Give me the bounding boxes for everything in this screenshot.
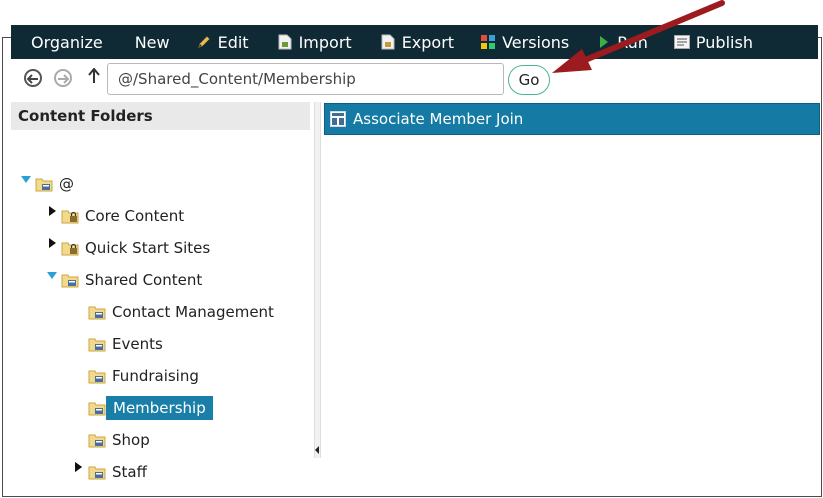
run-button[interactable]: Run xyxy=(599,25,648,59)
content-item-label: Associate Member Join xyxy=(353,110,524,128)
expand-arrow-icon xyxy=(48,206,56,216)
folder-icon xyxy=(88,370,106,384)
versions-grid-icon xyxy=(480,34,496,50)
tree-node-shared-content[interactable]: Shared Content xyxy=(61,267,207,293)
tree-node-root[interactable]: @ xyxy=(35,171,79,197)
address-bar-row: Go xyxy=(11,61,818,101)
locked-folder-icon xyxy=(61,242,79,256)
collapse-arrow-icon xyxy=(47,271,57,279)
expand-toggle-core-content[interactable] xyxy=(47,206,57,216)
go-button[interactable]: Go xyxy=(508,65,550,95)
content-item-row[interactable]: Associate Member Join xyxy=(324,103,820,135)
tree-node-label: Shop xyxy=(112,431,150,449)
publish-button[interactable]: Publish xyxy=(673,25,753,59)
export-file-icon xyxy=(380,34,396,50)
expand-toggle-shared-content[interactable] xyxy=(47,270,57,280)
folder-icon xyxy=(35,178,53,192)
folder-icon xyxy=(88,434,106,448)
new-label: New xyxy=(134,32,170,52)
organize-button[interactable]: Organize xyxy=(31,25,103,59)
import-file-icon xyxy=(277,34,293,50)
content-folders-panel: Content Folders @ Core Content Quick Sta… xyxy=(11,102,310,472)
go-label: Go xyxy=(518,71,540,89)
content-list-panel: Associate Member Join xyxy=(322,102,820,458)
back-arrow-icon xyxy=(26,69,39,88)
tree-node-label: Events xyxy=(112,335,163,353)
forward-button[interactable] xyxy=(54,69,72,87)
expand-toggle-quick-start-sites[interactable] xyxy=(47,238,57,248)
path-input[interactable] xyxy=(107,63,504,95)
publish-icon xyxy=(673,34,690,50)
up-button[interactable] xyxy=(86,67,102,88)
back-button[interactable] xyxy=(24,69,42,87)
tree-node-membership[interactable]: Membership xyxy=(88,395,213,421)
folder-icon xyxy=(61,274,79,288)
collapse-panel-icon[interactable] xyxy=(315,446,319,454)
expand-toggle-root[interactable] xyxy=(21,174,31,184)
tree-node-fundraising[interactable]: Fundraising xyxy=(88,363,204,389)
folder-icon xyxy=(88,306,106,320)
folder-icon xyxy=(88,402,106,416)
up-arrow-icon xyxy=(88,67,100,88)
export-label: Export xyxy=(401,32,455,52)
import-button[interactable]: Import xyxy=(277,25,352,59)
tree-node-events[interactable]: Events xyxy=(88,331,168,357)
tree-node-quick-start-sites[interactable]: Quick Start Sites xyxy=(61,235,215,261)
main-toolbar: Organize New Edit Import Export Versions… xyxy=(11,25,818,59)
expand-arrow-icon xyxy=(74,462,82,472)
play-icon xyxy=(599,34,609,50)
tree-node-label: Staff xyxy=(112,463,147,481)
forward-arrow-icon xyxy=(57,69,70,88)
versions-label: Versions xyxy=(502,32,570,52)
tree-node-label: Fundraising xyxy=(112,367,199,385)
tree-node-contact-management[interactable]: Contact Management xyxy=(88,299,279,325)
new-button[interactable]: New xyxy=(135,25,170,59)
tree-node-label: Core Content xyxy=(85,207,185,225)
export-button[interactable]: Export xyxy=(380,25,454,59)
edit-label: Edit xyxy=(217,32,249,52)
collapse-arrow-icon xyxy=(21,175,31,183)
content-item-icon xyxy=(330,111,346,127)
pencil-icon xyxy=(196,34,212,50)
folder-icon xyxy=(88,338,106,352)
import-label: Import xyxy=(298,32,352,52)
tree-node-staff[interactable]: Staff xyxy=(88,459,152,485)
publish-label: Publish xyxy=(695,32,753,52)
panel-title: Content Folders xyxy=(11,102,310,130)
tree-node-label: Contact Management xyxy=(112,303,274,321)
tree-node-label: @ xyxy=(59,175,74,193)
folder-icon xyxy=(88,466,106,480)
edit-button[interactable]: Edit xyxy=(196,25,249,59)
tree-node-shop[interactable]: Shop xyxy=(88,427,155,453)
tree-node-label: Shared Content xyxy=(85,271,203,289)
run-label: Run xyxy=(617,32,648,52)
locked-folder-icon xyxy=(61,210,79,224)
expand-arrow-icon xyxy=(48,238,56,248)
organize-label: Organize xyxy=(31,32,103,52)
tree-node-label: Membership xyxy=(106,396,213,420)
panel-splitter[interactable] xyxy=(314,102,321,458)
expand-toggle-staff-visible[interactable] xyxy=(73,462,83,472)
versions-button[interactable]: Versions xyxy=(480,25,569,59)
tree-node-core-content[interactable]: Core Content xyxy=(61,203,189,229)
tree-node-label: Quick Start Sites xyxy=(85,239,211,257)
